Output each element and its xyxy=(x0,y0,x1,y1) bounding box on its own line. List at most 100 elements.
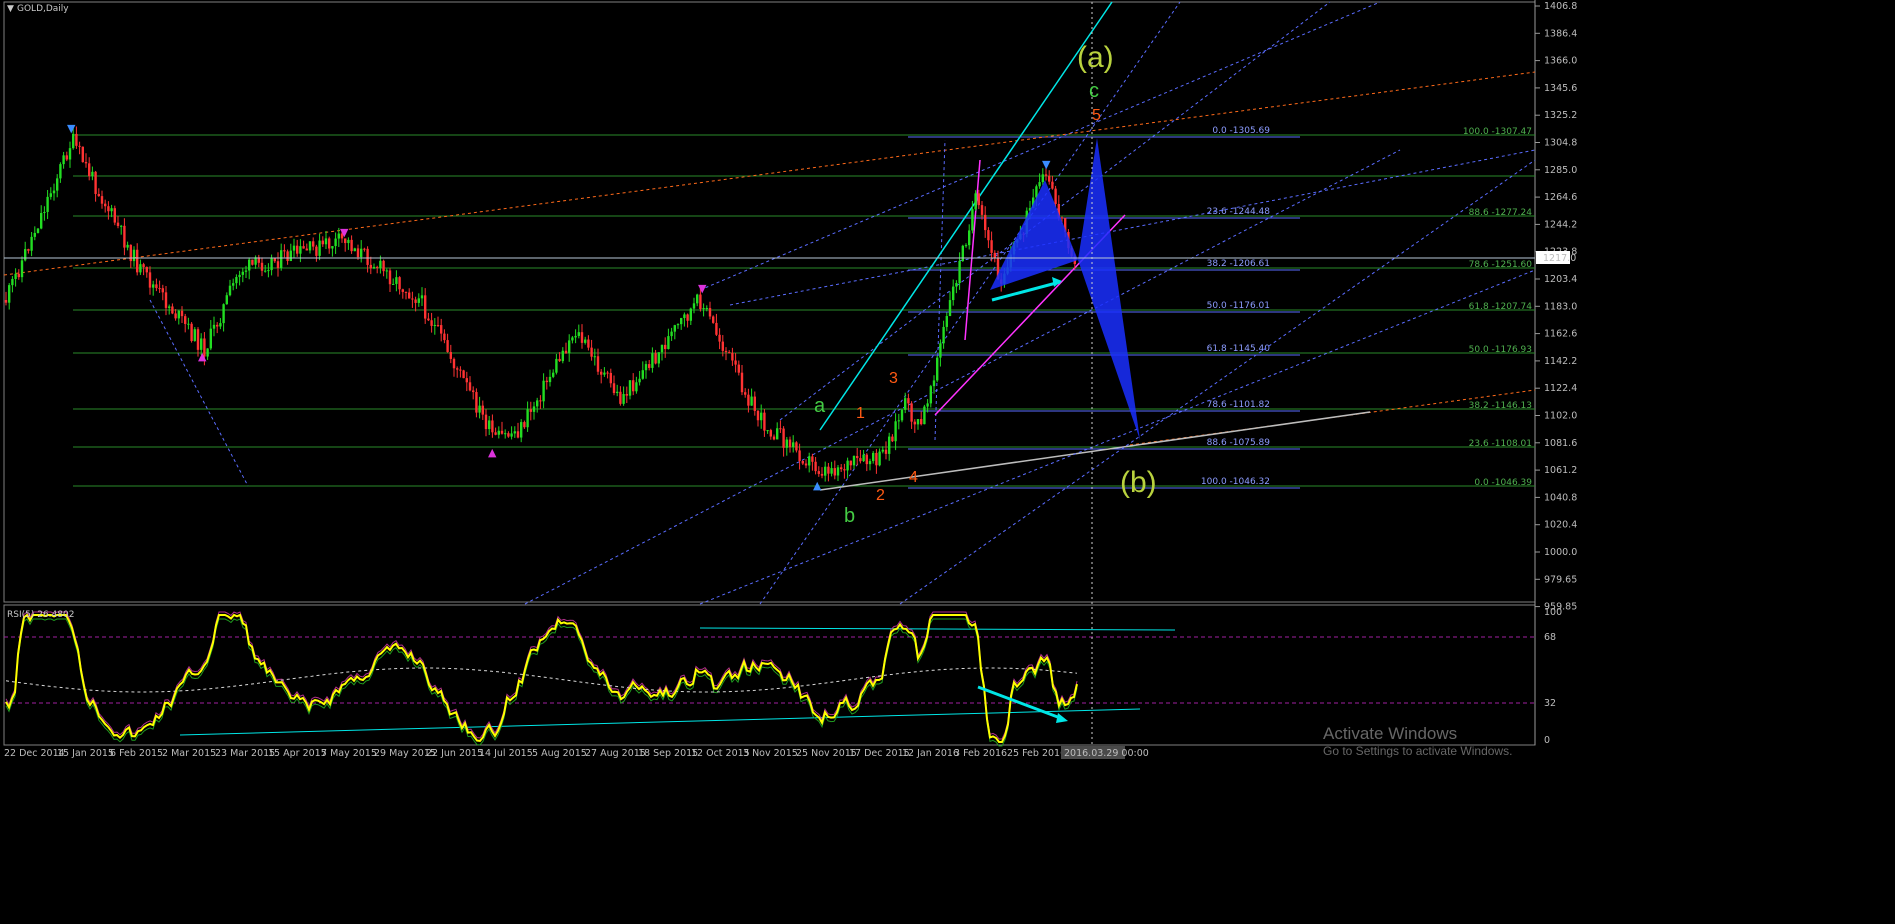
candle-body xyxy=(760,412,763,421)
time-axis-label: 22 Jun 2015 xyxy=(426,748,483,759)
rsi-pane[interactable] xyxy=(3,604,1536,746)
candle-body xyxy=(795,442,798,451)
candle-body xyxy=(78,145,81,147)
fractal-marker: ▼ xyxy=(1042,158,1051,171)
time-axis-label: 3 Nov 2015 xyxy=(743,748,798,759)
candle-body xyxy=(616,391,619,394)
candle-body xyxy=(321,240,324,245)
rsi-axis-label: 32 xyxy=(1544,698,1556,709)
wave-label-c: c xyxy=(1089,80,1099,102)
candle-body xyxy=(536,400,539,407)
candle-body xyxy=(40,213,43,229)
candle-body xyxy=(904,398,907,410)
candle-body xyxy=(75,133,78,146)
candle-body xyxy=(510,433,513,437)
candle-body xyxy=(792,442,795,448)
candle-body xyxy=(833,468,836,476)
candle-body xyxy=(212,324,216,329)
fractal-marker: ▼ xyxy=(698,282,707,295)
candle-body xyxy=(702,308,705,310)
candle-body xyxy=(497,430,500,435)
price-pane[interactable] xyxy=(3,1,1536,603)
candle-body xyxy=(164,292,168,308)
cursor-date-label: 2016.03.29 00:00 xyxy=(1064,748,1149,759)
candle-body xyxy=(724,350,728,353)
fractal-marker: ▼ xyxy=(340,226,349,239)
candle-body xyxy=(209,328,212,349)
candle-body xyxy=(660,344,664,353)
candle-body xyxy=(920,419,923,425)
candle-body xyxy=(148,272,152,288)
candle-body xyxy=(750,396,753,406)
candle-body xyxy=(264,270,267,272)
candle-body xyxy=(459,369,462,371)
candle-body xyxy=(980,205,984,215)
candle-body xyxy=(587,339,590,348)
time-axis-label: 12 Oct 2015 xyxy=(691,748,750,759)
price-axis-label: 1102.0 xyxy=(1544,411,1577,422)
time-axis-label: 15 Jan 2015 xyxy=(57,748,114,759)
price-axis-label: 1325.2 xyxy=(1544,110,1577,121)
candle-body xyxy=(312,241,315,247)
candle-body xyxy=(190,323,193,341)
candle-body xyxy=(446,340,449,353)
fib-label-right: 50.0 -1176.93 xyxy=(1469,345,1532,355)
candle-body xyxy=(180,310,184,317)
candle-body xyxy=(961,245,964,261)
candle-body xyxy=(657,352,660,364)
price-axis-label: 1020.4 xyxy=(1544,520,1577,531)
candle-body xyxy=(558,358,561,362)
candle-body xyxy=(353,248,356,252)
price-axis-label: 1304.8 xyxy=(1544,138,1577,149)
candle-body xyxy=(100,196,104,204)
candle-body xyxy=(14,273,17,279)
fib-label-left: 61.8 -1145.40 xyxy=(1207,344,1271,354)
candle-body xyxy=(500,430,504,434)
candle-body xyxy=(952,286,955,301)
candle-body xyxy=(65,155,68,160)
candle-body xyxy=(804,463,808,466)
candle-body xyxy=(62,155,65,165)
candle-body xyxy=(865,454,868,465)
candle-body xyxy=(744,392,747,395)
time-axis-label: 3 Feb 2016 xyxy=(954,748,1007,759)
candle-body xyxy=(174,313,177,319)
candle-body xyxy=(328,238,331,249)
candle-body xyxy=(395,277,398,284)
candle-body xyxy=(331,246,334,249)
candle-body xyxy=(670,331,673,337)
candle-body xyxy=(216,324,219,327)
candle-body xyxy=(468,382,472,391)
candle-body xyxy=(721,341,724,351)
current-price-label: 1217.0 xyxy=(1543,253,1576,264)
candle-body xyxy=(372,266,376,269)
candle-body xyxy=(571,337,574,341)
candle-body xyxy=(17,273,20,278)
candle-body xyxy=(305,248,308,251)
candle-body xyxy=(334,238,337,247)
fib-label-right: 23.6 -1108.01 xyxy=(1469,439,1532,449)
price-axis-label: 1406.8 xyxy=(1544,1,1577,12)
candle-body xyxy=(529,409,532,412)
candle-body xyxy=(456,368,459,370)
candle-body xyxy=(708,308,712,317)
candle-body xyxy=(401,289,404,292)
candle-body xyxy=(219,323,222,327)
candle-body xyxy=(88,163,91,177)
price-axis-label: 1203.4 xyxy=(1544,274,1577,285)
candle-body xyxy=(878,451,881,466)
symbol-title-arrow[interactable]: ▼ xyxy=(7,4,14,14)
watermark-subtitle: Go to Settings to activate Windows. xyxy=(1323,744,1512,758)
candle-body xyxy=(302,246,305,249)
candle-body xyxy=(443,333,446,341)
candle-body xyxy=(532,406,536,412)
candle-body xyxy=(308,241,312,251)
candle-body xyxy=(705,308,708,310)
candle-body xyxy=(539,400,542,402)
price-axis-label: 1345.6 xyxy=(1544,83,1577,94)
candle-body xyxy=(232,283,235,286)
candle-body xyxy=(785,439,788,448)
chart-window[interactable]: 0.0 -1305.69 100.0 -1307.47 23.6 -1244.48 8… xyxy=(0,0,1895,924)
candle-body xyxy=(580,332,584,343)
candle-body xyxy=(475,392,478,413)
